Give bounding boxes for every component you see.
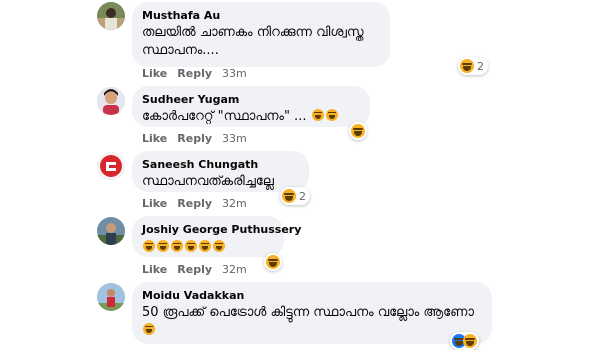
timestamp[interactable]: 32m xyxy=(222,197,247,210)
haha-emoji-icon xyxy=(185,240,197,252)
avatar[interactable] xyxy=(97,2,125,30)
reaction-badge[interactable] xyxy=(450,332,479,350)
reaction-badge[interactable] xyxy=(349,122,367,140)
comment-bubble: Joshiy George Puthussery xyxy=(132,216,301,257)
comment-author[interactable]: Joshiy George Puthussery xyxy=(142,222,301,237)
comment-actions: Like Reply 32m xyxy=(142,197,257,210)
reply-button[interactable]: Reply xyxy=(177,263,212,276)
comment-bubble: Saneesh Chungath സ്ഥാപനവത്കരിച്ചല്ലേ xyxy=(132,151,309,192)
comment-bubble: Moidu Vadakkan 50 രൂപക്ക് പെട്രോൾ കിട്ടു… xyxy=(132,282,492,344)
comment-text: കോർപറേറ്റ് "സ്ഥാപനം" ... xyxy=(142,108,360,126)
haha-emoji-icon xyxy=(213,240,225,252)
avatar[interactable] xyxy=(97,217,125,245)
comment-text xyxy=(142,239,274,257)
avatar[interactable] xyxy=(97,283,125,311)
comment-bubble: Sudheer Yugam കോർപറേറ്റ് "സ്ഥാപനം" ... xyxy=(132,86,370,127)
haha-emoji-icon xyxy=(325,109,338,121)
like-button[interactable]: Like xyxy=(142,263,167,276)
haha-emoji-icon xyxy=(460,59,474,73)
haha-emoji-icon xyxy=(199,240,211,252)
comment-actions: Like Reply 33m xyxy=(142,67,257,80)
comment-text: സ്ഥാപനവത്കരിച്ചല്ലേ xyxy=(142,174,274,189)
comment-actions: Like Reply 33m xyxy=(142,132,257,145)
comment-text: 50 രൂപക്ക് പെട്രോൾ കിട്ടുന്ന സ്ഥാപനം വല്… xyxy=(142,304,482,340)
reaction-badge[interactable] xyxy=(264,253,282,271)
haha-emoji-icon xyxy=(282,189,296,203)
haha-emoji-icon xyxy=(351,124,365,138)
haha-emoji-icon xyxy=(143,323,155,335)
haha-emoji-icon xyxy=(463,334,477,348)
reaction-count: 2 xyxy=(477,59,484,73)
comment-actions: Like Reply 32m xyxy=(142,263,257,276)
comment-text: തലയിൽ ചാണകം നിറക്കുന്ന വിശ്വസ്ത സ്ഥാപനം.… xyxy=(142,25,364,58)
like-button[interactable]: Like xyxy=(142,197,167,210)
haha-emoji-icon xyxy=(266,255,280,269)
haha-emoji-icon xyxy=(171,240,183,252)
haha-emoji-icon xyxy=(143,240,155,252)
like-button[interactable]: Like xyxy=(142,67,167,80)
comment-author[interactable]: Musthafa Au xyxy=(142,8,380,23)
comment-author[interactable]: Saneesh Chungath xyxy=(142,157,299,172)
reaction-count: 2 xyxy=(299,189,306,203)
timestamp[interactable]: 33m xyxy=(222,132,247,145)
haha-emoji-icon xyxy=(157,240,169,252)
comment-bubble: Musthafa Au തലയിൽ ചാണകം നിറക്കുന്ന വിശ്വ… xyxy=(132,2,390,67)
comment-author[interactable]: Sudheer Yugam xyxy=(142,92,360,107)
comment-author[interactable]: Moidu Vadakkan xyxy=(142,288,482,303)
avatar[interactable] xyxy=(97,152,125,180)
avatar[interactable] xyxy=(97,87,125,115)
reply-button[interactable]: Reply xyxy=(177,197,212,210)
reply-button[interactable]: Reply xyxy=(177,67,212,80)
haha-emoji-icon xyxy=(311,109,324,121)
timestamp[interactable]: 33m xyxy=(222,67,247,80)
reaction-badge[interactable]: 2 xyxy=(280,187,310,205)
timestamp[interactable]: 32m xyxy=(222,263,247,276)
like-button[interactable]: Like xyxy=(142,132,167,145)
reaction-badge[interactable]: 2 xyxy=(458,57,488,75)
reply-button[interactable]: Reply xyxy=(177,132,212,145)
